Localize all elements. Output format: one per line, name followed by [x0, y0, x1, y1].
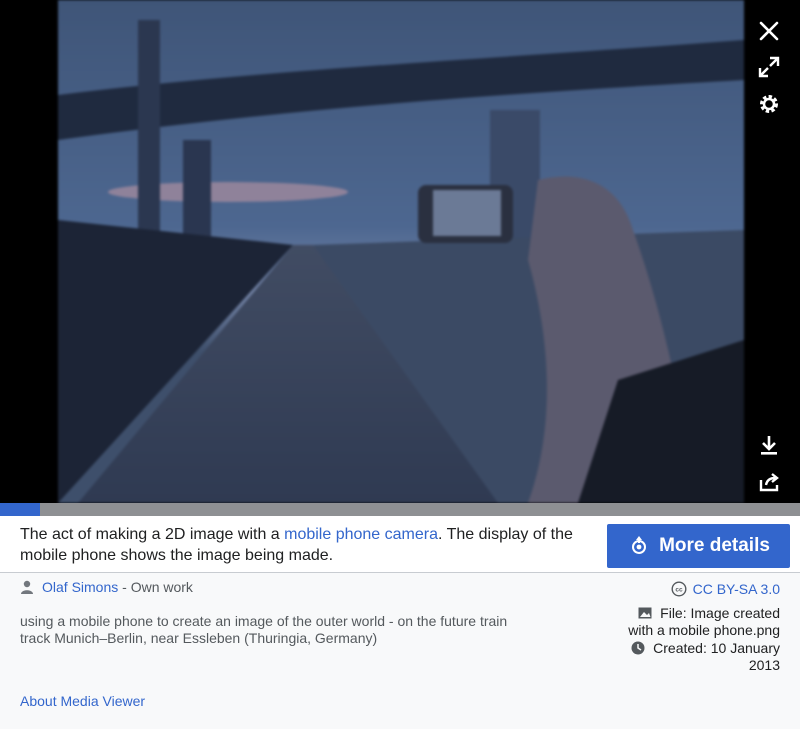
clock-icon	[631, 641, 645, 655]
download-button[interactable]	[756, 432, 782, 458]
license-label: CC BY-SA 3.0	[692, 581, 780, 597]
author-link[interactable]: Olaf Simons	[42, 579, 118, 595]
license-link[interactable]: cc CC BY-SA 3.0	[671, 581, 780, 597]
caption-text: The act of making a 2D image with a	[20, 526, 285, 543]
svg-text:cc: cc	[675, 587, 683, 594]
photo	[58, 0, 744, 503]
share-icon	[759, 473, 779, 492]
progress-fill	[0, 503, 40, 516]
settings-button[interactable]	[756, 91, 782, 117]
file-name: File: Image created with a mobile phone.…	[620, 605, 780, 639]
caption-bar: The act of making a 2D image with a mobi…	[0, 516, 800, 573]
more-details-label: More details	[659, 535, 770, 556]
progress-bar	[0, 503, 800, 516]
close-icon	[759, 21, 779, 41]
fullscreen-button[interactable]	[756, 54, 782, 80]
gear-icon	[760, 95, 778, 113]
share-button[interactable]	[756, 469, 782, 495]
image-stage	[0, 0, 800, 503]
mobile-phone-camera-link[interactable]: mobile phone camera	[284, 526, 438, 543]
download-icon	[761, 436, 777, 455]
more-details-button[interactable]: More details	[607, 524, 790, 568]
user-icon	[21, 580, 33, 594]
about-media-viewer-link[interactable]: About Media Viewer	[20, 693, 145, 709]
created-label: Created: 10 January 2013	[653, 640, 780, 673]
cc-license-icon: cc	[671, 581, 687, 597]
author-line: Olaf Simons - Own work	[20, 579, 193, 595]
image-file-icon	[638, 607, 652, 619]
metadata-panel: The act of making a 2D image with a mobi…	[0, 516, 800, 729]
author-source: - Own work	[118, 579, 193, 595]
image-description: using a mobile phone to create an image …	[20, 613, 508, 646]
commons-icon	[632, 536, 647, 554]
close-button[interactable]	[756, 18, 782, 44]
fullscreen-icon	[758, 56, 780, 78]
created-date: Created: 10 January 2013	[620, 640, 780, 674]
image-caption: The act of making a 2D image with a mobi…	[20, 524, 590, 566]
